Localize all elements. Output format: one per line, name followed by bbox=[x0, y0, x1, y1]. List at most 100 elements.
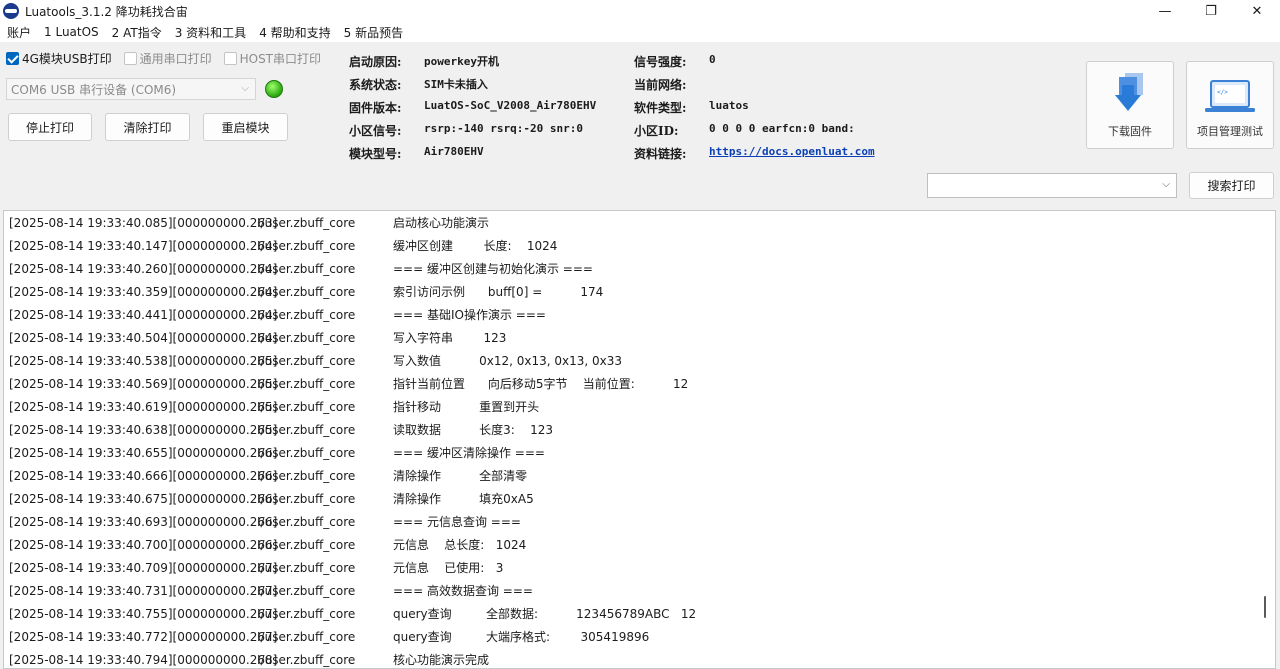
log-row: [2025-08-14 19:33:40.772][000000000.267]… bbox=[9, 625, 649, 648]
module-model: 模块型号: Air780EHV bbox=[349, 145, 484, 162]
log-message: === 缓冲区清除操作 === bbox=[393, 446, 545, 460]
maximize-button[interactable]: ❐ bbox=[1188, 0, 1234, 22]
usb-4g-print-label: 4G模块USB打印 bbox=[22, 52, 112, 66]
close-button[interactable]: ✕ bbox=[1234, 0, 1280, 22]
log-row: [2025-08-14 19:33:40.709][000000000.267]… bbox=[9, 556, 503, 579]
log-timestamp: [2025-08-14 19:33:40.700][000000000.266] bbox=[9, 537, 278, 552]
software-type-key: 软件类型: bbox=[634, 101, 687, 115]
log-message: === 缓冲区创建与初始化演示 === bbox=[393, 262, 593, 276]
stop-print-button[interactable]: 停止打印 bbox=[8, 113, 92, 141]
log-message: 指针移动 重置到开头 bbox=[393, 400, 540, 414]
checkbox-checked-icon bbox=[6, 52, 19, 65]
log-timestamp: [2025-08-14 19:33:40.359][000000000.264] bbox=[9, 284, 278, 299]
cell-signal-key: 小区信号: bbox=[349, 124, 402, 138]
log-timestamp: [2025-08-14 19:33:40.441][000000000.264] bbox=[9, 307, 278, 322]
menu-help-support[interactable]: 4 帮助和支持 bbox=[259, 24, 330, 41]
cell-signal: 小区信号: rsrp:-140 rsrq:-20 snr:0 bbox=[349, 122, 583, 139]
firmware-version-value: LuatOS-SoC_V2008_Air780EHV bbox=[424, 99, 597, 112]
log-tag: I/user.zbuff_core bbox=[257, 215, 356, 230]
log-row: [2025-08-14 19:33:40.666][000000000.266]… bbox=[9, 464, 527, 487]
log-row: [2025-08-14 19:33:40.655][000000000.266]… bbox=[9, 441, 545, 464]
boot-reason-value: powerkey开机 bbox=[424, 55, 499, 68]
app-logo-icon bbox=[3, 3, 19, 19]
log-tag: I/user.zbuff_core bbox=[257, 238, 356, 253]
search-print-button[interactable]: 搜索打印 bbox=[1189, 172, 1274, 199]
download-icon bbox=[1115, 73, 1143, 111]
log-message: 核心功能演示完成 bbox=[393, 653, 490, 667]
log-timestamp: [2025-08-14 19:33:40.147][000000000.264] bbox=[9, 238, 278, 253]
system-status: 系统状态: SIM卡未插入 bbox=[349, 76, 488, 93]
log-tag: I/user.zbuff_core bbox=[257, 468, 356, 483]
log-tag: I/user.zbuff_core bbox=[257, 445, 356, 460]
boot-reason: 启动原因: powerkey开机 bbox=[349, 53, 499, 70]
log-timestamp: [2025-08-14 19:33:40.085][000000000.263] bbox=[9, 215, 278, 230]
module-model-value: Air780EHV bbox=[424, 145, 484, 158]
project-management-button[interactable]: </> 项目管理测试 bbox=[1186, 61, 1274, 149]
module-model-key: 模块型号: bbox=[349, 147, 402, 161]
chevron-down-icon: ⌵ bbox=[241, 83, 249, 94]
log-timestamp: [2025-08-14 19:33:40.260][000000000.264] bbox=[9, 261, 278, 276]
log-scrollbar-thumb[interactable] bbox=[1264, 596, 1266, 618]
log-row: [2025-08-14 19:33:40.147][000000000.264]… bbox=[9, 234, 557, 257]
log-output[interactable]: [2025-08-14 19:33:40.085][000000000.263]… bbox=[3, 210, 1276, 669]
chevron-down-icon: ⌵ bbox=[1162, 179, 1170, 190]
log-tag: I/user.zbuff_core bbox=[257, 514, 356, 529]
minimize-button[interactable]: — bbox=[1142, 0, 1188, 22]
signal-strength: 信号强度: 0 bbox=[634, 53, 716, 70]
log-tag: I/user.zbuff_core bbox=[257, 583, 356, 598]
serial-print-checkbox[interactable]: 通用串口打印 bbox=[123, 50, 212, 67]
search-combobox[interactable]: ⌵ bbox=[927, 173, 1177, 198]
menu-account[interactable]: 账户 bbox=[7, 24, 31, 41]
log-row: [2025-08-14 19:33:40.794][000000000.268]… bbox=[9, 648, 490, 668]
log-tag: I/user.zbuff_core bbox=[257, 537, 356, 552]
docs-link[interactable]: https://docs.openluat.com bbox=[709, 145, 875, 158]
port-select[interactable]: COM6 USB 串行设备 (COM6) ⌵ bbox=[6, 78, 256, 100]
log-row: [2025-08-14 19:33:40.755][000000000.267]… bbox=[9, 602, 696, 625]
log-row: [2025-08-14 19:33:40.538][000000000.265]… bbox=[9, 349, 622, 372]
menu-resources-tools[interactable]: 3 资料和工具 bbox=[175, 24, 246, 41]
usb-4g-print-checkbox[interactable]: 4G模块USB打印 bbox=[6, 50, 112, 67]
log-row: [2025-08-14 19:33:40.260][000000000.264]… bbox=[9, 257, 593, 280]
log-message: 索引访问示例 buff[0] = 174 bbox=[393, 285, 604, 299]
download-firmware-label: 下载固件 bbox=[1108, 125, 1152, 138]
log-timestamp: [2025-08-14 19:33:40.619][000000000.265] bbox=[9, 399, 278, 414]
log-row: [2025-08-14 19:33:40.693][000000000.266]… bbox=[9, 510, 521, 533]
log-tag: I/user.zbuff_core bbox=[257, 560, 356, 575]
checkbox-unchecked-icon bbox=[223, 52, 237, 65]
boot-reason-key: 启动原因: bbox=[349, 55, 402, 69]
cell-id: 小区ID: 0 0 0 0 earfcn:0 band: bbox=[634, 122, 855, 139]
checkbox-unchecked-icon bbox=[123, 52, 137, 65]
cell-signal-value: rsrp:-140 rsrq:-20 snr:0 bbox=[424, 122, 583, 135]
cell-id-key: 小区ID: bbox=[634, 124, 679, 138]
resource-link-key: 资料链接: bbox=[634, 147, 687, 161]
log-message: 写入字符串 123 bbox=[393, 331, 507, 345]
log-tag: I/user.zbuff_core bbox=[257, 330, 356, 345]
menu-new-products[interactable]: 5 新品预告 bbox=[344, 24, 403, 41]
menu-at-commands[interactable]: 2 AT指令 bbox=[112, 24, 162, 41]
cell-id-value: 0 0 0 0 earfcn:0 band: bbox=[709, 122, 855, 135]
log-row: [2025-08-14 19:33:40.085][000000000.263]… bbox=[9, 211, 489, 234]
log-timestamp: [2025-08-14 19:33:40.638][000000000.265] bbox=[9, 422, 278, 437]
menu-luatos[interactable]: 1 LuatOS bbox=[44, 25, 99, 39]
log-row: [2025-08-14 19:33:40.619][000000000.265]… bbox=[9, 395, 539, 418]
laptop-code-icon: </> bbox=[1205, 80, 1255, 112]
signal-strength-value: 0 bbox=[709, 53, 716, 66]
software-type: 软件类型: luatos bbox=[634, 99, 749, 116]
log-timestamp: [2025-08-14 19:33:40.693][000000000.266] bbox=[9, 514, 278, 529]
software-type-value: luatos bbox=[709, 99, 749, 112]
download-firmware-button[interactable]: 下载固件 bbox=[1086, 61, 1174, 149]
log-row: [2025-08-14 19:33:40.731][000000000.267]… bbox=[9, 579, 533, 602]
host-print-checkbox[interactable]: HOST串口打印 bbox=[223, 50, 321, 67]
log-timestamp: [2025-08-14 19:33:40.675][000000000.266] bbox=[9, 491, 278, 506]
log-timestamp: [2025-08-14 19:33:40.666][000000000.266] bbox=[9, 468, 278, 483]
restart-module-button[interactable]: 重启模块 bbox=[203, 113, 288, 141]
log-tag: I/user.zbuff_core bbox=[257, 307, 356, 322]
log-timestamp: [2025-08-14 19:33:40.731][000000000.267] bbox=[9, 583, 278, 598]
log-message: 清除操作 填充0xA5 bbox=[393, 492, 534, 506]
log-row: [2025-08-14 19:33:40.700][000000000.266]… bbox=[9, 533, 526, 556]
clear-print-button[interactable]: 清除打印 bbox=[105, 113, 190, 141]
log-message: 写入数值 0x12, 0x13, 0x13, 0x33 bbox=[393, 354, 623, 368]
svg-text:</>: </> bbox=[1217, 89, 1228, 96]
log-message: 清除操作 全部清零 bbox=[393, 469, 528, 483]
window-title: Luatools_3.1.2 降功耗找合宙 bbox=[25, 4, 188, 19]
